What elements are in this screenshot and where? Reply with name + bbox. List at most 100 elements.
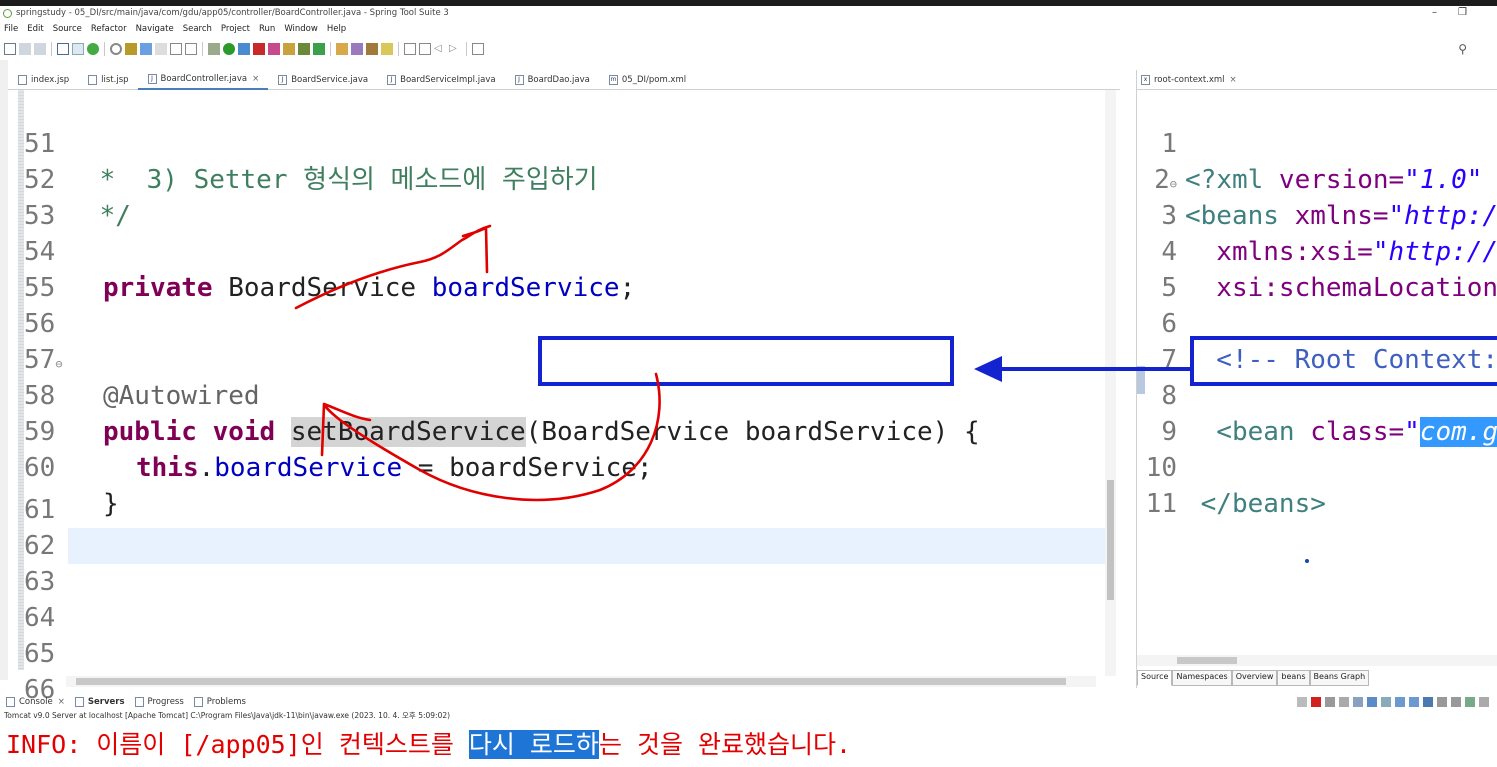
back-icon[interactable]: ◁ xyxy=(434,43,446,55)
highlight-icon[interactable] xyxy=(155,43,167,55)
annotation-icon[interactable] xyxy=(381,43,393,55)
scrollbar-thumb[interactable] xyxy=(1107,480,1114,600)
show-on-error-icon[interactable] xyxy=(1409,697,1419,707)
stop-icon[interactable] xyxy=(253,43,265,55)
selected-console-text: 다시 로드하 xyxy=(468,730,599,759)
new-package-icon[interactable] xyxy=(298,43,310,55)
skip-breakpoints-icon[interactable] xyxy=(72,43,84,55)
tab-label: BoardDao.java xyxy=(527,74,590,85)
menu-edit[interactable]: Edit xyxy=(27,24,43,34)
tab-root-context-xml[interactable]: x root-context.xml × xyxy=(1137,70,1497,90)
toolbar-separator xyxy=(104,42,105,56)
xml-line-5: 5 xyxy=(1137,234,1497,303)
open-task-icon[interactable] xyxy=(351,43,363,55)
tab-board-service[interactable]: J BoardService.java xyxy=(268,70,377,90)
new-file-icon[interactable] xyxy=(4,43,16,55)
tab-board-controller[interactable]: J BoardController.java × xyxy=(137,69,269,90)
terminal-icon[interactable] xyxy=(57,43,69,55)
external-tools-icon[interactable] xyxy=(268,43,280,55)
menu-run[interactable]: Run xyxy=(259,24,275,34)
close-icon[interactable]: × xyxy=(58,697,65,707)
next-annotation-icon[interactable] xyxy=(404,43,416,55)
pen-icon[interactable] xyxy=(140,43,152,55)
prev-annotation-icon[interactable] xyxy=(419,43,431,55)
tab-label: Servers xyxy=(87,697,125,707)
new-class-icon[interactable] xyxy=(313,43,325,55)
editor-horizontal-scrollbar[interactable] xyxy=(66,676,1096,687)
editor-tab-bar: index.jsp list.jsp J BoardController.java… xyxy=(8,69,1120,90)
clear-console-icon[interactable] xyxy=(1353,697,1363,707)
tab-board-dao[interactable]: J BoardDao.java xyxy=(505,70,599,90)
sts-logo-icon xyxy=(3,9,12,18)
scrollbar-thumb[interactable] xyxy=(1177,657,1237,664)
cursor-dot xyxy=(1305,559,1309,563)
menu-search[interactable]: Search xyxy=(183,24,212,34)
save-all-icon[interactable] xyxy=(34,43,46,55)
menu-navigate[interactable]: Navigate xyxy=(136,24,174,34)
menu-project[interactable]: Project xyxy=(221,24,250,34)
tab-list-jsp[interactable]: list.jsp xyxy=(78,70,137,90)
tab-servers[interactable]: Servers xyxy=(74,697,125,707)
java-file-icon: J xyxy=(387,74,397,85)
save-icon[interactable] xyxy=(19,43,31,55)
scrollbar-thumb[interactable] xyxy=(76,678,1066,685)
code-line-52: 52 */ xyxy=(8,126,1108,231)
show-on-output-icon[interactable] xyxy=(1395,697,1405,707)
code-line-53: 53 xyxy=(8,162,1108,231)
tab-beans-graph[interactable]: Beans Graph xyxy=(1309,670,1370,686)
menu-source[interactable]: Source xyxy=(53,24,82,34)
search-icon[interactable]: ⚲ xyxy=(1458,42,1467,56)
search-tool-icon[interactable] xyxy=(366,43,378,55)
word-wrap-icon[interactable] xyxy=(1381,697,1391,707)
editor-vertical-scrollbar[interactable] xyxy=(1105,90,1116,676)
tab-source[interactable]: Source xyxy=(1137,670,1173,686)
close-icon[interactable]: × xyxy=(1230,75,1237,85)
java-file-icon: J xyxy=(278,74,288,85)
code-line-55: 55 xyxy=(8,234,1108,303)
refresh-icon[interactable] xyxy=(110,43,122,55)
minimize-button[interactable]: – xyxy=(1432,6,1437,20)
tab-overview[interactable]: Overview xyxy=(1231,670,1278,686)
terminate-icon[interactable] xyxy=(1311,697,1321,707)
code-line-64: 64 xyxy=(8,564,1108,633)
xml-horizontal-scrollbar[interactable] xyxy=(1137,655,1497,666)
new-java-project-icon[interactable] xyxy=(283,43,295,55)
tab-console[interactable]: Console × xyxy=(6,697,65,707)
remove-all-icon[interactable] xyxy=(1339,697,1349,707)
tab-pom-xml[interactable]: m 05_DI/pom.xml xyxy=(599,70,695,90)
tab-index-jsp[interactable]: index.jsp xyxy=(8,70,78,90)
tab-problems[interactable]: Problems xyxy=(193,697,246,707)
open-type-icon[interactable] xyxy=(125,43,137,55)
maximize-view-icon[interactable] xyxy=(1479,697,1489,707)
console-settings-icon[interactable] xyxy=(1297,697,1307,707)
menu-refactor[interactable]: Refactor xyxy=(91,24,127,34)
code-line-54: 54 private BoardService boardService; xyxy=(8,198,1108,303)
block-select-icon[interactable] xyxy=(170,43,182,55)
remove-launch-icon[interactable] xyxy=(1325,697,1335,707)
tab-beans[interactable]: beans xyxy=(1277,670,1310,686)
run-icon[interactable] xyxy=(223,43,235,55)
open-console-icon[interactable] xyxy=(1451,697,1461,707)
forward-icon[interactable]: ▷ xyxy=(449,43,461,55)
tab-board-service-impl[interactable]: J BoardServiceImpl.java xyxy=(377,70,504,90)
code-line-66: 66 xyxy=(8,636,1108,705)
pin-editor-icon[interactable] xyxy=(472,43,484,55)
console-output[interactable]: INFO: 이름이 [/app05]인 컨텍스트를 다시 로드하는 것을 완료했… xyxy=(6,725,851,761)
code-line-60: 60 } xyxy=(8,414,1108,519)
tab-namespaces[interactable]: Namespaces xyxy=(1172,670,1232,686)
run-last-icon[interactable] xyxy=(238,43,250,55)
boot-dashboard-icon[interactable] xyxy=(87,43,99,55)
display-console-icon[interactable] xyxy=(1437,697,1447,707)
scroll-lock-icon[interactable] xyxy=(1367,697,1377,707)
menu-file[interactable]: File xyxy=(4,24,18,34)
debug-icon[interactable] xyxy=(208,43,220,55)
pin-console-icon[interactable] xyxy=(1423,697,1433,707)
menu-window[interactable]: Window xyxy=(284,24,318,34)
close-icon[interactable]: × xyxy=(252,74,259,84)
menu-help[interactable]: Help xyxy=(327,24,346,34)
minimize-view-icon[interactable] xyxy=(1465,697,1475,707)
show-whitespace-icon[interactable] xyxy=(185,43,197,55)
open-folder-icon[interactable] xyxy=(336,43,348,55)
restore-button[interactable]: ❐ xyxy=(1458,6,1467,20)
tab-progress[interactable]: Progress xyxy=(134,697,184,707)
